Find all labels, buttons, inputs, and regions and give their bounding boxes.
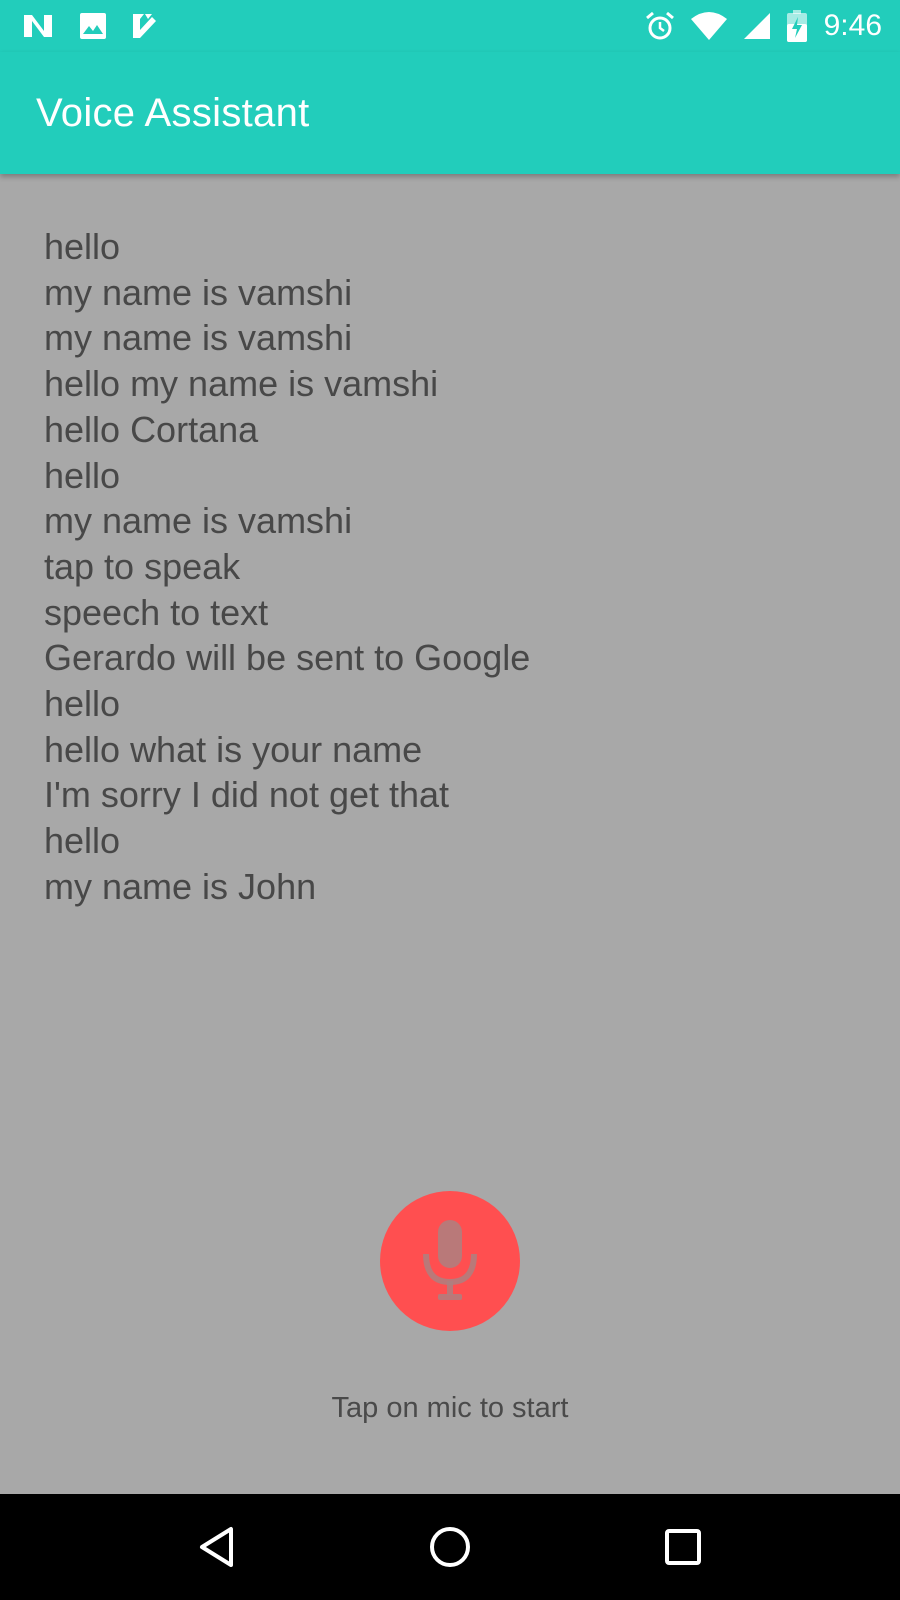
notification-icons: [22, 11, 182, 41]
transcript-line: my name is vamshi: [44, 500, 353, 542]
transcript-line: hello: [44, 820, 121, 862]
transcript-line: Gerardo will be sent to Google: [44, 637, 531, 679]
screen: 9:46 Voice Assistant hello my name is vam…: [0, 0, 900, 1600]
transcript-line: my name is vamshi: [44, 317, 353, 359]
transcript-line: I'm sorry I did not get that: [44, 774, 450, 816]
main-content: hello my name is vamshi my name is vamshi h…: [0, 174, 900, 1494]
transcript-line: hello my name is vamshi: [44, 363, 439, 405]
app-bar: Voice Assistant: [0, 52, 900, 174]
alarm-icon: [644, 10, 676, 42]
transcript-line: hello: [44, 683, 121, 725]
recents-icon: [665, 1529, 702, 1565]
n-notification-icon: [22, 11, 56, 41]
transcript-line: tap to speak: [44, 545, 241, 587]
system-icons: 9:46: [630, 9, 882, 43]
transcript-list: hello my name is vamshi my name is vamshi h…: [44, 224, 860, 910]
mic-button[interactable]: [380, 1191, 520, 1331]
transcript-line: my name is vamshi: [44, 271, 353, 313]
clock: 9:46: [823, 9, 882, 42]
battery-charging-icon: [786, 10, 808, 42]
app-title: Voice Assistant: [36, 90, 310, 135]
back-button[interactable]: [177, 1507, 257, 1587]
check-notification-icon: [130, 11, 160, 41]
transcript-line: hello Cortana: [44, 408, 259, 450]
signal-icon: [742, 11, 772, 41]
home-icon: [429, 1527, 470, 1567]
status-bar: 9:46: [0, 0, 900, 52]
wifi-icon: [690, 11, 728, 41]
recents-button[interactable]: [643, 1507, 723, 1587]
transcript-line: hello: [44, 454, 121, 496]
transcript-line: speech to text: [44, 591, 269, 633]
navigation-bar: [0, 1494, 900, 1600]
home-button[interactable]: [410, 1507, 490, 1587]
transcript-line: my name is John: [44, 865, 317, 907]
microphone-icon: [423, 1220, 477, 1300]
back-icon: [199, 1527, 233, 1567]
mic-hint: Tap on mic to start: [331, 1392, 569, 1424]
transcript-line: hello: [44, 226, 121, 267]
transcript-line: hello what is your name: [44, 728, 423, 770]
image-notification-icon: [78, 11, 108, 41]
